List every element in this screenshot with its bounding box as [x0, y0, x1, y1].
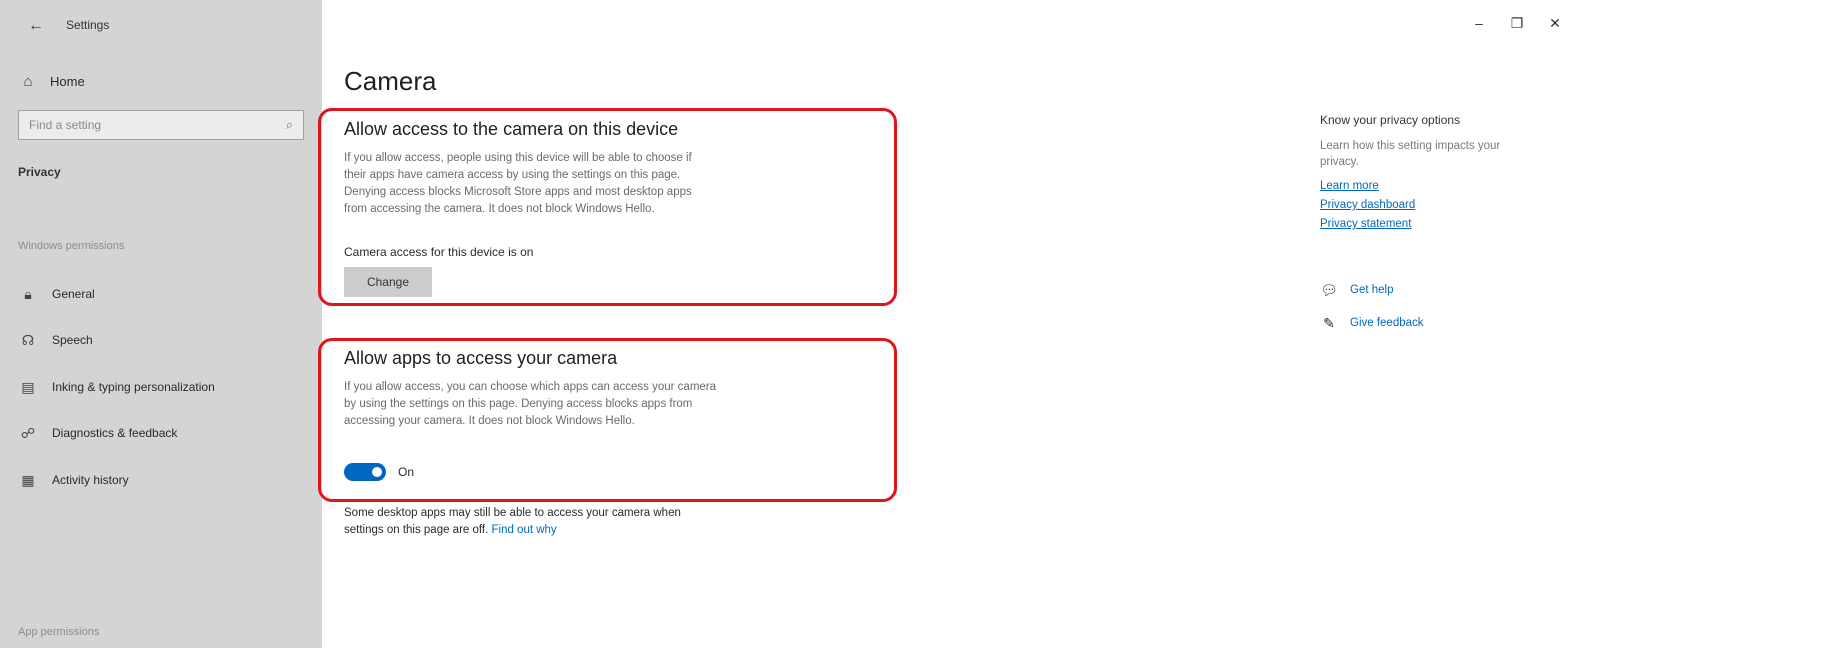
learn-more-link[interactable]: Learn more	[1320, 180, 1379, 192]
close-button[interactable]: ✕	[1540, 10, 1570, 36]
description-line: If you allow access, you can choose whic…	[344, 381, 717, 393]
feedback-icon: ✎	[1323, 314, 1335, 331]
sidebar-item-speech[interactable]: ☊ Speech	[18, 327, 93, 353]
group-header-windows-permissions: Windows permissions	[18, 240, 125, 252]
sidebar-item-label: Speech	[52, 333, 93, 347]
privacy-statement-link[interactable]: Privacy statement	[1320, 218, 1411, 230]
sidebar-item-label: Inking & typing personalization	[52, 380, 215, 394]
activity-icon: ▦	[21, 471, 35, 488]
back-button[interactable]: ←	[18, 12, 54, 40]
description-line: If you allow access, people using this d…	[344, 152, 692, 164]
section-description-app-access: If you allow access, you can choose whic…	[344, 379, 716, 430]
description-line: their apps have camera access by using t…	[344, 169, 681, 181]
description-line: accessing your camera. It does not block…	[344, 415, 635, 427]
section-label-privacy: Privacy	[18, 165, 61, 179]
minimize-icon: –	[1475, 15, 1483, 31]
search-icon[interactable]: ⌕	[286, 117, 293, 133]
inking-icon: ▤	[21, 378, 35, 395]
page-title: Camera	[344, 66, 437, 96]
search-input[interactable]	[29, 118, 269, 132]
sidebar-item-activity-history[interactable]: ▦ Activity history	[18, 467, 129, 493]
description-line: Learn how this setting impacts your	[1320, 140, 1501, 152]
section-title-device-access: Allow access to the camera on this devic…	[344, 119, 679, 139]
group-header-app-permissions: App permissions	[18, 626, 100, 638]
back-arrow-icon: ←	[28, 17, 44, 34]
sidebar-item-label: Diagnostics & feedback	[52, 426, 178, 440]
get-help-label: Get help	[1350, 284, 1394, 296]
description-line: by using the settings on this page. Deny…	[344, 398, 693, 410]
close-icon: ✕	[1549, 14, 1561, 31]
note-line-2: settings on this page are off.	[344, 524, 489, 536]
change-button[interactable]: Change	[344, 267, 432, 297]
speech-icon: ☊	[21, 331, 35, 348]
app-title: Settings	[66, 18, 110, 32]
give-feedback-action[interactable]: ✎ Give feedback	[1320, 313, 1424, 333]
privacy-options-title: Know your privacy options	[1320, 113, 1461, 127]
toggle-knob	[372, 467, 382, 477]
description-line: Denying access blocks Microsoft Store ap…	[344, 186, 692, 198]
minimize-button[interactable]: –	[1464, 10, 1494, 36]
sidebar-item-diagnostics[interactable]: ☍ Diagnostics & feedback	[18, 420, 178, 446]
privacy-options-description: Learn how this setting impacts your priv…	[1320, 138, 1548, 170]
restore-icon: ❐	[1510, 14, 1524, 31]
sidebar-item-label: General	[52, 287, 95, 301]
give-feedback-label: Give feedback	[1350, 317, 1424, 329]
app-camera-access-toggle[interactable]	[344, 463, 386, 481]
description-line: privacy.	[1320, 156, 1359, 168]
help-chat-icon: 💬︎	[1320, 281, 1338, 298]
diagnostics-icon: ☍	[20, 424, 36, 441]
sidebar-item-home[interactable]: ⌂ Home	[18, 68, 85, 94]
get-help-action[interactable]: 💬︎ Get help	[1320, 280, 1393, 300]
restore-button[interactable]: ❐	[1502, 10, 1532, 36]
privacy-dashboard-link[interactable]: Privacy dashboard	[1320, 199, 1415, 211]
home-icon: ⌂	[23, 72, 33, 90]
sidebar-item-general[interactable]: 🔒︎ General	[18, 281, 95, 307]
toggle-state-label: On	[398, 465, 415, 479]
sidebar: ← Settings ⌂ Home ⌕ Privacy Windows perm…	[0, 0, 322, 648]
section-title-app-access: Allow apps to access your camera	[344, 348, 618, 368]
lock-icon: 🔒︎	[24, 285, 32, 302]
search-box[interactable]: ⌕	[18, 110, 304, 140]
sidebar-item-label: Activity history	[52, 473, 129, 487]
title-bar: ← Settings	[0, 0, 322, 50]
find-out-why-link[interactable]: Find out why	[491, 524, 556, 536]
section-description-device-access: If you allow access, people using this d…	[344, 150, 692, 218]
description-line: from accessing the camera. It does not b…	[344, 203, 655, 215]
sidebar-item-label: Home	[50, 73, 85, 89]
note-line-1: Some desktop apps may still be able to a…	[344, 507, 681, 519]
camera-access-status: Camera access for this device is on	[344, 245, 534, 259]
desktop-apps-note: Some desktop apps may still be able to a…	[344, 505, 804, 539]
sidebar-item-inking-typing[interactable]: ▤ Inking & typing personalization	[18, 374, 215, 400]
